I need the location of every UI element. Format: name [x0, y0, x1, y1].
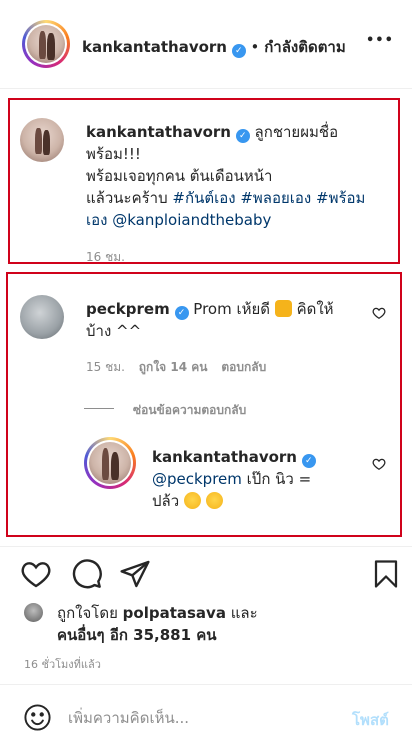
caption-line-1-text: ลูกชายผมชื่อ: [254, 123, 339, 141]
reply-avatar[interactable]: [84, 437, 136, 489]
caption-line-5: เอง @kanploiandthebaby: [86, 209, 386, 231]
add-comment-input[interactable]: [68, 706, 338, 730]
verified-icon: ✓: [231, 44, 246, 58]
liked-by-text: ถูกใจโดย polpatasava และ คนอื่นๆ อีก 35,…: [57, 602, 387, 646]
liked-by-and: และ: [230, 604, 258, 622]
comment-1-time: 15 ชม.: [86, 360, 125, 374]
comment-1-text-part1: Prom เห้ยดี: [193, 300, 271, 318]
reply-1-text: kankantathavorn ✓ @peckprem เป๊ก นิว = ป…: [152, 446, 372, 512]
post-comment-button[interactable]: โพสต์: [352, 708, 389, 732]
laughing-emoji-icon: [183, 492, 201, 509]
reply-1-line-3: ปล้ว: [152, 490, 372, 512]
caption-mention[interactable]: @kanploiandthebaby: [112, 211, 271, 229]
caption-line-3: พร้อมเจอทุกคน ต้นเดือนหน้า: [86, 167, 273, 185]
reply-1-mention[interactable]: @peckprem: [152, 470, 242, 488]
hashtag-3-part1[interactable]: #พร้อม: [316, 189, 365, 207]
like-heart-icon[interactable]: [20, 558, 52, 590]
caption-text: kankantathavorn ✓ ลูกชายผมชื่อ พร้อม!!! …: [86, 121, 386, 231]
comment-1-line-1: peckprem ✓ Prom เห้ยดี คิดให้: [86, 298, 376, 320]
comment-1-text-part2: คิดให้: [296, 300, 334, 318]
caption-line-4: แล้วนะคร้าบ #กันต์เอง #พลอยเอง #พร้อม: [86, 187, 386, 209]
comment-1-like-icon[interactable]: [372, 306, 386, 320]
emoji-smiley-icon[interactable]: [23, 703, 52, 732]
comment-1-likes[interactable]: ถูกใจ 14 คน: [139, 360, 208, 374]
liked-by-user[interactable]: polpatasava: [123, 604, 226, 622]
caption-avatar[interactable]: [20, 118, 64, 162]
liked-by-line-1: ถูกใจโดย polpatasava และ: [57, 602, 387, 624]
liked-by-prefix: ถูกใจโดย: [57, 604, 118, 622]
comment-1-line-2: บ้าง ^^: [86, 322, 142, 340]
hashtag-2[interactable]: #พลอยเอง: [240, 189, 311, 207]
reply-1-text-part1: เป๊ก นิว =: [246, 470, 312, 488]
header-user: kankantathavorn ✓ • กำลังติดตาม: [82, 35, 346, 59]
reply-1-username[interactable]: kankantathavorn: [152, 448, 297, 466]
verified-icon: ✓: [174, 306, 189, 320]
more-options-icon[interactable]: •••: [366, 33, 394, 48]
caption-line-1: kankantathavorn ✓ ลูกชายผมชื่อ: [86, 121, 386, 143]
reply-1-line-2: @peckprem เป๊ก นิว =: [152, 468, 372, 490]
hide-replies-line: [84, 408, 114, 409]
following-button[interactable]: กำลังติดตาม: [264, 38, 346, 56]
share-paper-plane-icon[interactable]: [119, 558, 151, 590]
hashtag-1[interactable]: #กันต์เอง: [172, 189, 235, 207]
header-avatar[interactable]: [22, 20, 70, 68]
verified-icon: ✓: [235, 129, 250, 143]
header-separator: •: [250, 38, 260, 56]
caption-time: 16 ชม.: [86, 250, 125, 261]
reply-1-line-1: kankantathavorn ✓: [152, 446, 372, 468]
caption-username[interactable]: kankantathavorn: [86, 123, 231, 141]
comment-1-meta: 15 ชม. ถูกใจ 14 คน ตอบกลับ: [86, 358, 266, 377]
comment-1-reply-button[interactable]: ตอบกลับ: [221, 360, 266, 374]
hide-replies-button[interactable]: ซ่อนข้อความตอบกลับ: [133, 401, 246, 420]
pray-emoji-icon: [274, 300, 292, 317]
post-timestamp: 16 ชั่วโมงที่แล้ว: [24, 658, 101, 671]
comment-1-username[interactable]: peckprem: [86, 300, 170, 318]
laughing-emoji-icon: [205, 492, 223, 509]
commenter-avatar[interactable]: [20, 295, 64, 339]
caption-line-4-prefix: แล้วนะคร้าบ: [86, 189, 168, 207]
liked-by-others[interactable]: คนอื่นๆ อีก 35,881 คน: [57, 624, 387, 646]
header-username[interactable]: kankantathavorn: [82, 38, 227, 56]
hashtag-3-part2[interactable]: เอง: [86, 211, 107, 229]
liker-avatar[interactable]: [24, 603, 43, 622]
verified-icon: ✓: [301, 454, 316, 468]
comment-bubble-icon[interactable]: [71, 558, 103, 590]
reply-1-like-icon[interactable]: [372, 457, 386, 471]
comment-1-text: peckprem ✓ Prom เห้ยดี คิดให้ บ้าง ^^: [86, 298, 376, 342]
save-bookmark-icon[interactable]: [371, 558, 401, 590]
reply-1-text-line2: ปล้ว: [152, 492, 180, 510]
caption-line-2: พร้อม!!!: [86, 145, 141, 163]
